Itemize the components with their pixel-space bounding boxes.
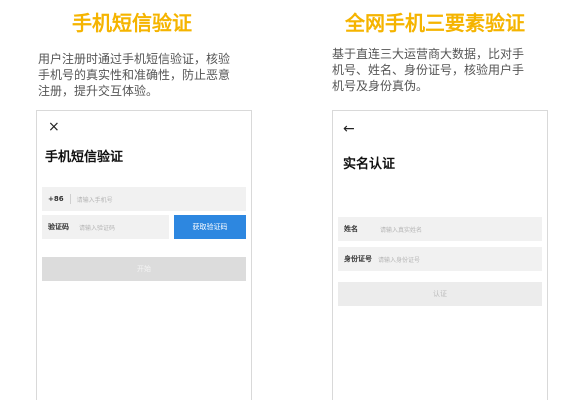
start-button[interactable]: 开始: [42, 257, 246, 281]
name-field[interactable]: 姓名 请输入真实姓名: [338, 217, 542, 241]
id-number-label: 身份证号: [344, 255, 372, 263]
left-description-line-2: 手机号的真实性和准确性，防止恶意: [38, 68, 231, 82]
name-placeholder: 请输入真实姓名: [380, 226, 423, 234]
verification-code-label: 验证码: [48, 223, 69, 231]
right-description-line-1: 基于直连三大运营商大数据，比对手: [332, 47, 525, 61]
name-label: 姓名: [344, 225, 358, 233]
left-feature-heading: 手机短信验证: [72, 11, 192, 35]
verification-code-placeholder: 请输入验证码: [79, 224, 116, 232]
right-feature-heading: 全网手机三要素验证: [345, 11, 525, 35]
real-name-verify-title: 实名认证: [343, 157, 396, 172]
left-feature-description: 用户注册时通过手机短信验证，核验 手机号的真实性和准确性，防止恶意 注册，提升交…: [38, 51, 253, 99]
sms-verify-phone-mockup: × 手机短信验证 +86 请输入手机号 验证码 请输入验证码 获取验证码 开始: [36, 110, 252, 400]
right-description-line-2: 机号、姓名、身份证号，核验用户手: [332, 63, 525, 77]
sms-verify-title: 手机短信验证: [45, 150, 124, 165]
phone-number-field[interactable]: +86 请输入手机号: [42, 187, 246, 211]
right-feature-description: 基于直连三大运营商大数据，比对手 机号、姓名、身份证号，核验用户手 机号及身份真…: [332, 46, 547, 94]
id-number-placeholder: 请输入身份证号: [378, 256, 421, 264]
real-name-verify-phone-mockup: ← 实名认证 姓名 请输入真实姓名 身份证号 请输入身份证号 认证: [332, 110, 548, 400]
get-code-button[interactable]: 获取验证码: [174, 215, 246, 239]
id-number-field[interactable]: 身份证号 请输入身份证号: [338, 247, 542, 271]
back-arrow-icon[interactable]: ←: [343, 122, 355, 136]
field-divider: [69, 194, 71, 204]
left-description-line-3: 注册，提升交互体验。: [38, 84, 159, 98]
country-code-prefix[interactable]: +86: [48, 195, 64, 203]
verification-code-field[interactable]: 验证码 请输入验证码: [42, 215, 169, 239]
verify-button[interactable]: 认证: [338, 282, 542, 306]
left-description-line-1: 用户注册时通过手机短信验证，核验: [38, 52, 231, 66]
close-icon[interactable]: ×: [48, 120, 60, 134]
right-description-line-3: 机号及身份真伪。: [332, 79, 429, 93]
phone-placeholder: 请输入手机号: [76, 196, 113, 204]
